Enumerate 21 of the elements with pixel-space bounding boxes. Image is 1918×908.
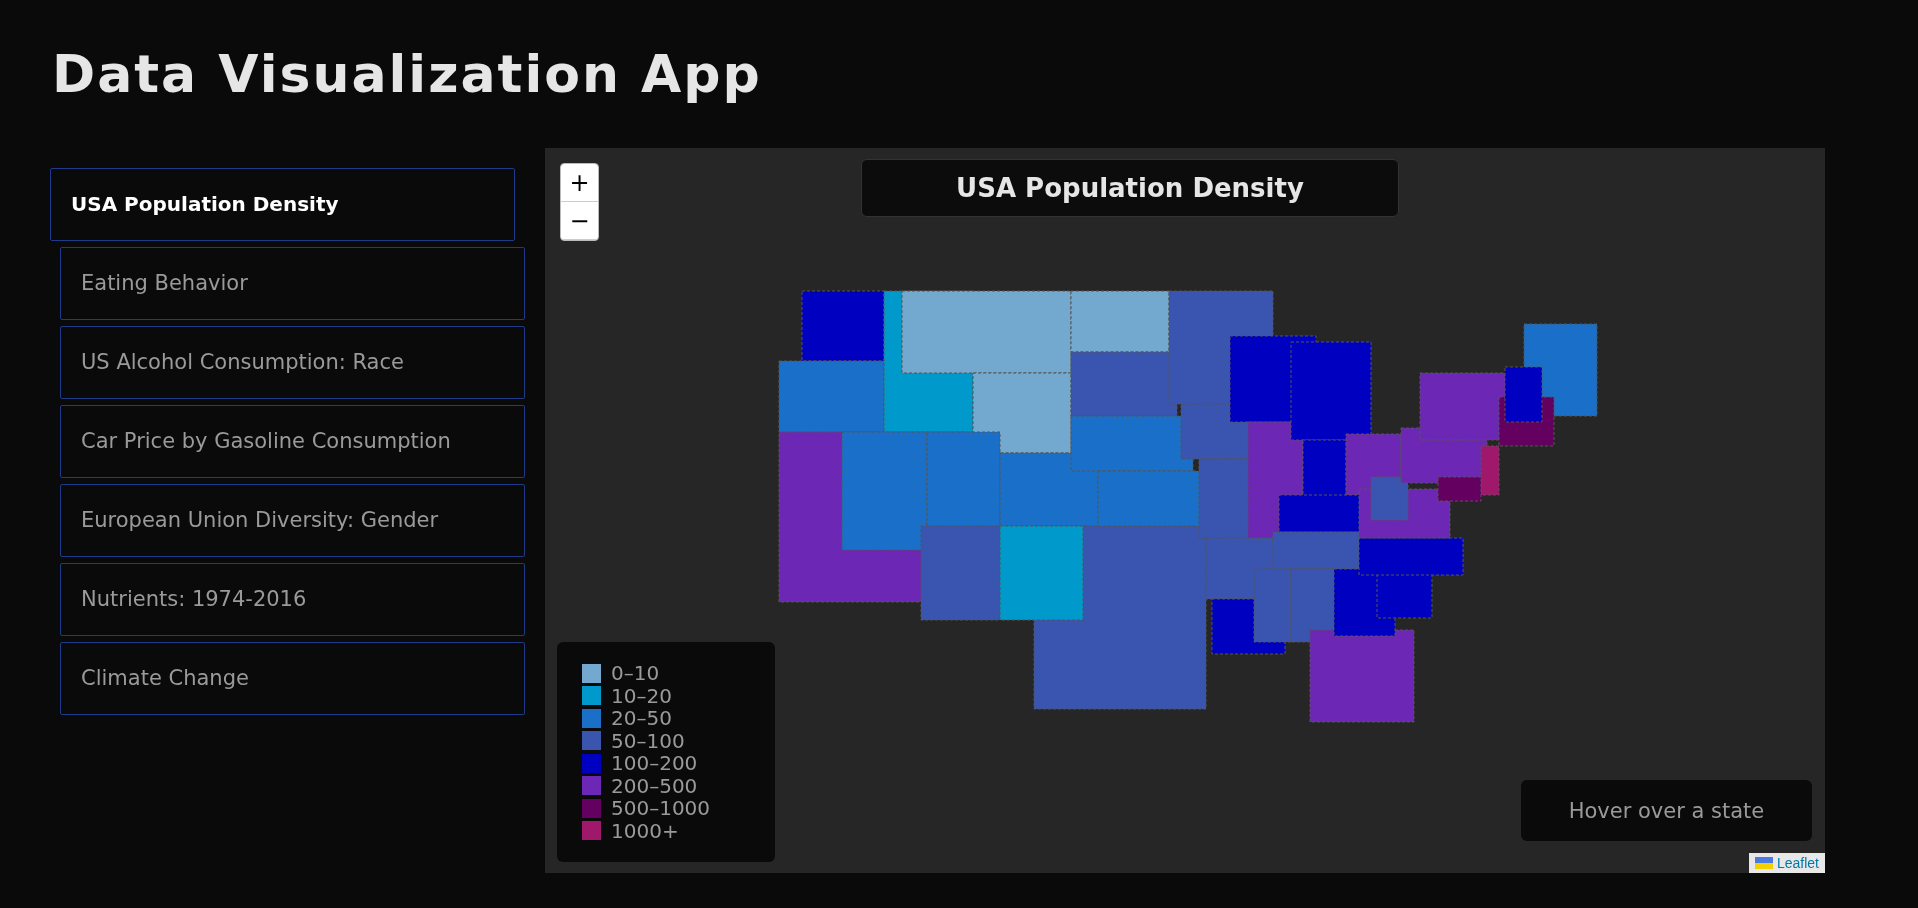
legend-label: 0–10 <box>611 662 660 685</box>
legend-label: 200–500 <box>611 774 698 797</box>
legend-label: 500–1000 <box>611 797 711 820</box>
map-title: USA Population Density <box>861 159 1399 217</box>
zoom-out-button[interactable]: − <box>561 202 598 240</box>
sidebar-item[interactable]: Climate Change <box>60 642 525 715</box>
sidebar-item[interactable]: US Alcohol Consumption: Race <box>60 326 525 399</box>
legend-label: 1000+ <box>611 819 679 842</box>
info-box: Hover over a state <box>1521 780 1812 841</box>
legend-label: 100–200 <box>611 752 698 775</box>
legend-label: 20–50 <box>611 707 672 730</box>
flag-icon <box>1754 857 1773 869</box>
sidebar-item[interactable]: Car Price by Gasoline Consumption <box>60 405 525 478</box>
app-title: Data Visualization App <box>51 43 762 104</box>
sidebar-item[interactable]: European Union Diversity: Gender <box>60 484 525 557</box>
sidebar-item[interactable]: USA Population Density <box>50 168 515 241</box>
sidebar-item[interactable]: Eating Behavior <box>60 247 525 320</box>
sidebar-item[interactable]: Nutrients: 1974-2016 <box>60 563 525 636</box>
zoom-in-button[interactable]: + <box>561 164 598 202</box>
legend-label: 50–100 <box>611 729 685 752</box>
legend-label: 10–20 <box>611 684 672 707</box>
